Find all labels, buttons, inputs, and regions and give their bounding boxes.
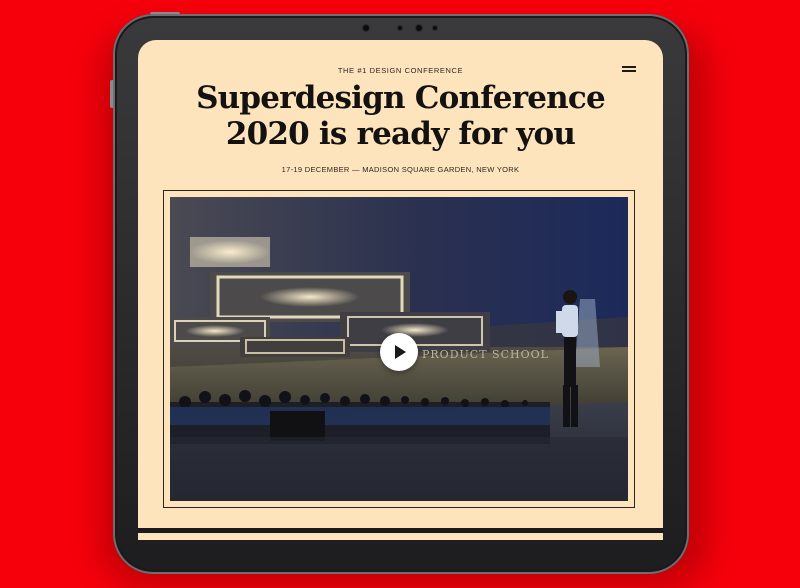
play-button[interactable] xyxy=(380,333,418,371)
device-bottom-edge xyxy=(138,528,663,533)
page-title: Superdesign Conference 2020 is ready for… xyxy=(138,80,663,152)
menu-bar xyxy=(622,70,636,72)
front-camera xyxy=(416,25,422,31)
play-icon xyxy=(395,345,406,359)
tablet-screen: THE #1 DESIGN CONFERENCE Superdesign Con… xyxy=(138,40,663,540)
menu-bar xyxy=(622,66,636,68)
page-title-line: Superdesign Conference xyxy=(196,80,606,116)
conference-tagline: THE #1 DESIGN CONFERENCE xyxy=(337,66,464,75)
camera-sensor xyxy=(433,26,437,30)
banner-text: PRODUCT SCHOOL xyxy=(422,348,549,361)
event-date-location: 17-19 DECEMBER — MADISON SQUARE GARDEN, … xyxy=(281,165,520,174)
video-frame: PRODUCT SCHOOL xyxy=(163,190,635,508)
page-title-line: 2020 is ready for you xyxy=(225,116,576,152)
menu-button[interactable] xyxy=(622,65,636,73)
camera-sensor xyxy=(398,26,402,30)
video-thumbnail[interactable]: PRODUCT SCHOOL xyxy=(170,197,628,501)
camera-sensor xyxy=(363,25,369,31)
